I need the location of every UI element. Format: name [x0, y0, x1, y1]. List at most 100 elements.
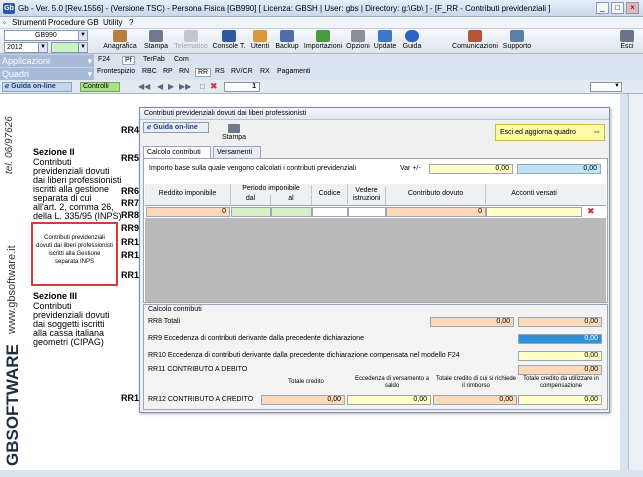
esci-button[interactable]: Esci: [617, 29, 637, 53]
rr11-field: 0,00: [518, 365, 602, 375]
rr-code: RR7: [121, 198, 140, 208]
tab-rv-cr[interactable]: RV/CR: [231, 68, 253, 75]
tab-rbc[interactable]: RBC: [142, 68, 157, 75]
nav-prev-icon[interactable]: ◀: [157, 82, 163, 91]
chevron-down-icon: ▾: [87, 56, 92, 66]
backup-button[interactable]: Backup: [274, 29, 300, 53]
nav-last-icon[interactable]: ▶▶: [179, 82, 191, 91]
rr12-eccedenza-field[interactable]: 0,00: [347, 395, 431, 405]
tab-pf[interactable]: Pf: [122, 56, 135, 65]
chevron-down-icon: ▼: [614, 83, 620, 89]
menu-procedure-gb[interactable]: Procedure GB: [48, 18, 99, 27]
grid-header: Reddito imponibile Periodo imponibile da…: [145, 184, 606, 206]
dal-field[interactable]: [231, 207, 271, 217]
al-field[interactable]: [271, 207, 312, 217]
var-field[interactable]: 0,00: [429, 164, 513, 174]
left-selector-pane: Applicazioni ▾ Quadri ▾: [0, 54, 94, 81]
sezione-iii-body: Contributi previdenziali dovuti dai sogget…: [33, 301, 110, 347]
importo-field: 0,00: [517, 164, 601, 174]
year-select[interactable]: 2012 ▼: [4, 42, 48, 53]
window-title: Gb - Ver. 5.0 [Rev.1556] - (Versione TSC…: [18, 4, 551, 13]
close-button[interactable]: ×: [626, 2, 639, 14]
users-icon: [253, 30, 267, 42]
col-reddito: Reddito imponibile: [145, 184, 231, 206]
telematico-button[interactable]: Telematico: [174, 29, 208, 53]
rr12-header: Totale credito da utilizzare in compensa…: [523, 376, 599, 389]
menu-utility[interactable]: Utility: [103, 18, 123, 27]
controlli-button[interactable]: Controlli: [80, 82, 120, 92]
applicazioni-select[interactable]: Applicazioni ▾: [0, 55, 94, 67]
anagrafica-icon: [113, 30, 127, 42]
secondary-select[interactable]: ▼: [51, 42, 88, 53]
minimize-button[interactable]: _: [596, 2, 609, 14]
reddito-field[interactable]: 0: [146, 207, 230, 217]
quadri-select[interactable]: Quadri ▾: [0, 68, 94, 80]
rr9-field[interactable]: 0,00: [518, 334, 602, 344]
tab-rn[interactable]: RN: [179, 68, 189, 75]
nav-first-icon[interactable]: ◀◀: [138, 82, 150, 91]
tab-versamenti[interactable]: Versamenti: [213, 146, 261, 158]
guida-online-button[interactable]: ℯ Guida on-line: [2, 82, 72, 92]
nav-next-icon[interactable]: ▶: [168, 82, 174, 91]
stampa-button[interactable]: Stampa: [142, 29, 170, 53]
rr12-compensazione-field[interactable]: 0,00: [518, 395, 602, 405]
rr11-label: RR11 CONTRIBUTO A DEBITO: [148, 366, 248, 373]
model-select[interactable]: GB990 ▼: [4, 30, 88, 41]
tab-rx[interactable]: RX: [260, 68, 270, 75]
zoom-select[interactable]: ▼: [590, 82, 622, 92]
telematico-icon: [184, 30, 198, 42]
esci-aggiorna-button[interactable]: Esci ed aggiorna quadro ⇨: [495, 124, 605, 141]
guida-button[interactable]: Guida: [400, 29, 424, 53]
rr10-field[interactable]: 0,00: [518, 351, 602, 361]
rr9-label: RR9 Eccedenza di contributi derivante da…: [148, 335, 364, 342]
console-button[interactable]: Console T.: [212, 29, 246, 53]
rr-code: RR6: [121, 186, 140, 196]
tab-terfab[interactable]: TerFab: [143, 56, 165, 63]
vedere-field[interactable]: [348, 207, 386, 217]
page-number-field[interactable]: 1: [224, 82, 260, 92]
update-button[interactable]: Update: [372, 29, 398, 53]
tab-rr[interactable]: RR: [195, 68, 212, 77]
console-icon: [222, 30, 236, 42]
exit-icon: ⇨: [594, 129, 600, 136]
supporto-button[interactable]: Supporto: [502, 29, 532, 53]
maximize-button[interactable]: □: [611, 2, 624, 14]
anagrafica-button[interactable]: Anagrafica: [103, 29, 137, 53]
exit-icon: [620, 30, 634, 42]
codice-field[interactable]: [312, 207, 348, 217]
utenti-button[interactable]: Utenti: [249, 29, 271, 53]
rr12-header: Totale credito di cui si richiede il rim…: [435, 376, 517, 389]
tab-com[interactable]: Com: [174, 56, 189, 63]
vertical-scrollbar[interactable]: [628, 94, 643, 470]
rr12-label: RR12 CONTRIBUTO A CREDITO: [148, 396, 254, 403]
dialog-guida-button[interactable]: ℯ Guida on-line: [143, 122, 209, 133]
rr-code: RR1: [121, 250, 140, 260]
acconti-field[interactable]: [486, 207, 582, 217]
callout-box: Contributi previdenziali dovuti dai libe…: [31, 222, 118, 286]
delete-row-icon[interactable]: ✖: [587, 206, 595, 217]
col-acconti: Acconti versati: [511, 190, 557, 197]
rr12-rimborso-field: 0,00: [433, 395, 517, 405]
col-dal: dal: [231, 195, 271, 205]
tab-pagamenti[interactable]: Pagamenti: [277, 68, 310, 75]
menu-strumenti[interactable]: Strumenti: [12, 18, 46, 27]
opzioni-button[interactable]: Opzioni: [346, 29, 370, 53]
comunicazioni-button[interactable]: Comunicazioni: [452, 29, 498, 53]
printer-icon: [228, 124, 240, 133]
menu-help[interactable]: ?: [129, 18, 133, 27]
col-periodo: Periodo imponibile: [231, 185, 312, 194]
rr8-label: RR8 Totali: [148, 318, 181, 325]
new-page-icon[interactable]: □: [200, 82, 205, 91]
importo-label: Importo base sulla quale vengono calcola…: [149, 165, 357, 172]
tab-rs[interactable]: RS: [215, 68, 225, 75]
tab-rp[interactable]: RP: [163, 68, 173, 75]
calcolo-panel: Importo base sulla quale vengono calcola…: [143, 158, 608, 303]
tab-frontespizio[interactable]: Frontespizio: [97, 68, 135, 75]
rr-code: RR1: [121, 270, 140, 280]
importazioni-button[interactable]: Importazioni: [302, 29, 344, 53]
tab-f24[interactable]: F24: [98, 56, 110, 63]
supporto-icon: [510, 30, 524, 42]
delete-page-icon[interactable]: ✖: [210, 81, 218, 92]
dialog-stampa-button[interactable]: Stampa: [219, 122, 249, 146]
col-codice: Codice: [312, 184, 348, 206]
